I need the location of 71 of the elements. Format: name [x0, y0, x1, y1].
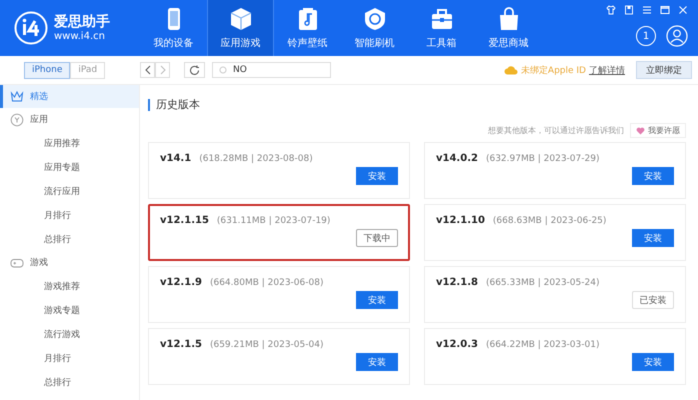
version-number: v14.0.2 — [436, 153, 478, 164]
version-info: (631.11MB | 2023-07-19) — [216, 216, 330, 226]
cloud-icon — [504, 65, 518, 75]
version-info: (659.21MB | 2023-05-04) — [210, 340, 324, 350]
install-button[interactable]: 安装 — [356, 353, 398, 371]
nav-tab[interactable]: 我的设备 — [140, 0, 207, 56]
sidebar-item[interactable]: 应用推荐 — [0, 131, 139, 155]
nav-tab[interactable]: 爱思商城 — [475, 0, 542, 56]
chevron-left-icon — [144, 65, 150, 75]
wish-hint: 想要其他版本，可以通过许愿告诉我们 — [488, 125, 624, 136]
sidebar-item[interactable]: 流行应用 — [0, 179, 139, 203]
section-title: 历史版本 — [148, 99, 200, 111]
crown-icon — [10, 90, 24, 104]
version-number: v12.1.15 — [160, 215, 209, 226]
version-number: v12.0.3 — [436, 339, 478, 350]
learn-more-link[interactable]: 了解详情 — [589, 64, 625, 76]
install-button[interactable]: 安装 — [632, 167, 674, 185]
nav-tab[interactable]: 工具箱 — [408, 0, 475, 56]
back-button[interactable] — [140, 62, 155, 78]
heart-icon — [636, 126, 645, 134]
install-button[interactable]: 安装 — [356, 291, 398, 309]
sidebar-item[interactable]: 总排行 — [0, 227, 139, 251]
sidebar-item[interactable]: 游戏 — [0, 251, 139, 274]
sidebar-item[interactable]: 游戏专题 — [0, 298, 139, 322]
version-info: (632.97MB | 2023-07-29) — [486, 154, 600, 164]
note-icon[interactable] — [624, 5, 634, 15]
install-button[interactable]: 安装 — [632, 353, 674, 371]
sidebar-item[interactable]: 精选 — [0, 85, 139, 108]
nav-tab[interactable]: 应用游戏 — [207, 0, 274, 56]
sidebar-item[interactable]: 应用 — [0, 108, 139, 131]
install-button[interactable]: 安装 — [356, 167, 398, 185]
maximize-icon[interactable] — [660, 5, 670, 15]
wish-button[interactable]: 我要许愿 — [630, 123, 686, 138]
app-name: 爱思助手 — [54, 14, 110, 30]
version-info: (664.22MB | 2023-03-01) — [486, 340, 600, 350]
logo-icon — [14, 11, 48, 45]
version-number: v12.1.10 — [436, 215, 485, 226]
sidebar-item[interactable]: 总排行 — [0, 370, 139, 394]
version-info: (668.63MB | 2023-06-25) — [492, 216, 606, 226]
status-button[interactable]: 下载中 — [356, 229, 398, 247]
sidebar-item[interactable]: 月排行 — [0, 203, 139, 227]
shirt-icon[interactable] — [606, 5, 616, 15]
version-number: v12.1.9 — [160, 277, 202, 288]
nav-tab[interactable]: 铃声壁纸 — [274, 0, 341, 56]
circle-icon — [219, 66, 227, 74]
refresh-icon — [189, 64, 200, 76]
notification-badge[interactable]: 1 — [636, 26, 656, 46]
version-number: v14.1 — [160, 153, 192, 164]
device-tab[interactable]: iPhone — [24, 62, 70, 78]
version-info: (665.33MB | 2023-05-24) — [486, 278, 600, 288]
version-info: (664.80MB | 2023-06-08) — [210, 278, 324, 288]
version-number: v12.1.5 — [160, 339, 202, 350]
app-icon — [10, 112, 24, 126]
menu-icon[interactable] — [642, 5, 652, 15]
close-icon[interactable] — [678, 5, 688, 15]
sidebar-item[interactable]: 流行游戏 — [0, 322, 139, 346]
version-info: (618.28MB | 2023-08-08) — [199, 154, 313, 164]
apple-id-status: 未绑定Apple ID — [520, 64, 586, 76]
refresh-button[interactable] — [184, 62, 205, 78]
chevron-right-icon — [160, 65, 166, 75]
sidebar-item[interactable]: 游戏推荐 — [0, 274, 139, 298]
bind-button[interactable]: 立即绑定 — [636, 61, 692, 79]
search-field[interactable]: NO — [212, 62, 331, 78]
install-button[interactable]: 安装 — [632, 229, 674, 247]
user-icon[interactable] — [666, 25, 688, 47]
app-url: www.i4.cn — [54, 30, 106, 42]
status-button[interactable]: 已安装 — [632, 291, 674, 309]
nav-tab[interactable]: 智能刷机 — [341, 0, 408, 56]
sidebar-item[interactable]: 月排行 — [0, 346, 139, 370]
version-number: v12.1.8 — [436, 277, 478, 288]
sidebar-item[interactable]: 应用专题 — [0, 155, 139, 179]
